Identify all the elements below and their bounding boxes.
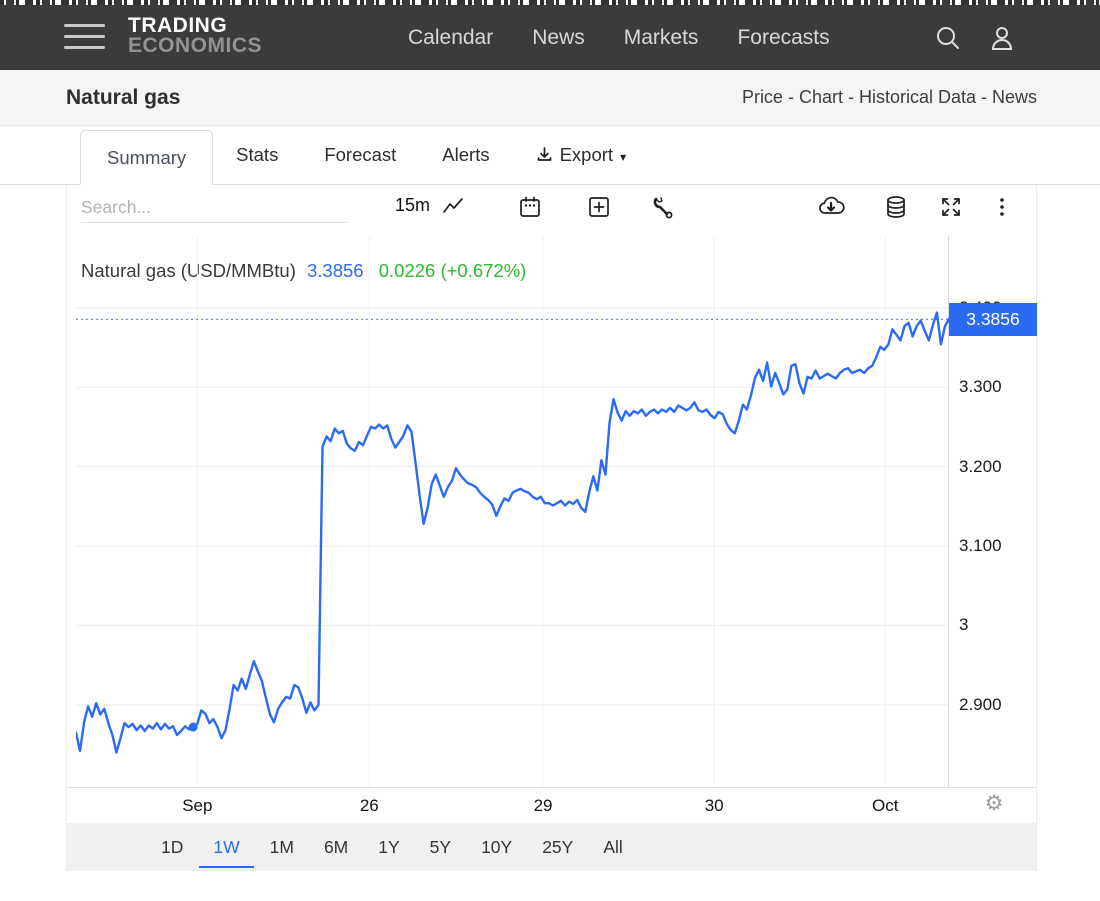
add-indicator-icon[interactable] (584, 192, 614, 222)
price-line-series (76, 313, 949, 753)
range-button-5y[interactable]: 5Y (416, 827, 465, 868)
y-axis-label: 2.900 (959, 695, 1031, 715)
data-icon[interactable] (881, 192, 911, 222)
tab-bar: Summary Stats Forecast Alerts Export ▾ (0, 126, 1100, 185)
current-price-badge: 3.3856 (949, 303, 1037, 336)
caret-down-icon: ▾ (620, 150, 626, 164)
y-axis-label: 3 (959, 615, 1031, 635)
x-axis-band: ⚙ Sep 26 29 30 Oct (67, 787, 1036, 823)
range-button-6m[interactable]: 6M (310, 827, 362, 868)
tools-icon[interactable] (648, 192, 678, 222)
x-axis-label: 29 (508, 796, 578, 816)
subheader: Natural gas Price - Chart - Historical D… (0, 70, 1100, 126)
range-button-all[interactable]: All (589, 827, 636, 868)
fullscreen-icon[interactable] (936, 192, 966, 222)
user-icon[interactable] (988, 24, 1016, 52)
chart-toolbar: 15m (67, 185, 1036, 230)
tab-alerts[interactable]: Alerts (419, 126, 512, 184)
hamburger-menu-icon[interactable] (64, 24, 105, 51)
tab-summary[interactable]: Summary (80, 130, 213, 185)
tab-stats[interactable]: Stats (213, 126, 301, 184)
chart-settings-gear-icon[interactable]: ⚙ (978, 791, 1010, 815)
tab-export[interactable]: Export ▾ (513, 126, 650, 184)
x-axis-label: Oct (850, 796, 920, 816)
nav-links: Calendar News Markets Forecasts (408, 5, 830, 70)
data-point-marker (189, 723, 198, 732)
breadcrumb-links[interactable]: Price - Chart - Historical Data - News (742, 87, 1037, 108)
page: TRADING ECONOMICS Calendar News Markets … (0, 0, 1100, 901)
cloud-download-icon[interactable] (816, 192, 846, 222)
nav-item-markets[interactable]: Markets (624, 26, 699, 50)
range-button-1m[interactable]: 1M (256, 827, 308, 868)
range-selector: 1D1W1M6M1Y5Y10Y25YAll (67, 823, 1036, 871)
x-axis-label: 30 (679, 796, 749, 816)
x-axis-label: Sep (162, 796, 232, 816)
nav-item-calendar[interactable]: Calendar (408, 26, 493, 50)
range-button-1y[interactable]: 1Y (364, 827, 413, 868)
download-icon (536, 146, 553, 168)
symbol-search-input[interactable] (81, 192, 347, 223)
x-axis-label: 26 (334, 796, 404, 816)
calendar-icon[interactable] (515, 192, 545, 222)
range-button-1d[interactable]: 1D (147, 827, 197, 868)
search-icon[interactable] (934, 25, 961, 52)
tab-forecast[interactable]: Forecast (301, 126, 419, 184)
export-label: Export (560, 144, 613, 166)
nav-item-forecasts[interactable]: Forecasts (737, 26, 829, 50)
logo[interactable]: TRADING ECONOMICS (128, 15, 262, 57)
price-chart-plot-area[interactable] (76, 236, 949, 787)
line-style-icon[interactable] (438, 192, 468, 222)
more-icon[interactable] (987, 192, 1017, 222)
range-button-10y[interactable]: 10Y (467, 827, 526, 868)
page-title: Natural gas (66, 86, 180, 110)
range-button-1w[interactable]: 1W (199, 827, 253, 868)
interval-selector[interactable]: 15m (395, 195, 430, 216)
logo-line2: ECONOMICS (128, 35, 262, 57)
y-axis-label: 3.100 (959, 536, 1031, 556)
y-axis-label: 3.300 (959, 377, 1031, 397)
nav-item-news[interactable]: News (532, 26, 585, 50)
chart-widget: 15m (66, 185, 1037, 871)
top-navbar: TRADING ECONOMICS Calendar News Markets … (0, 5, 1100, 70)
y-axis-label: 3.200 (959, 457, 1031, 477)
range-button-25y[interactable]: 25Y (528, 827, 587, 868)
